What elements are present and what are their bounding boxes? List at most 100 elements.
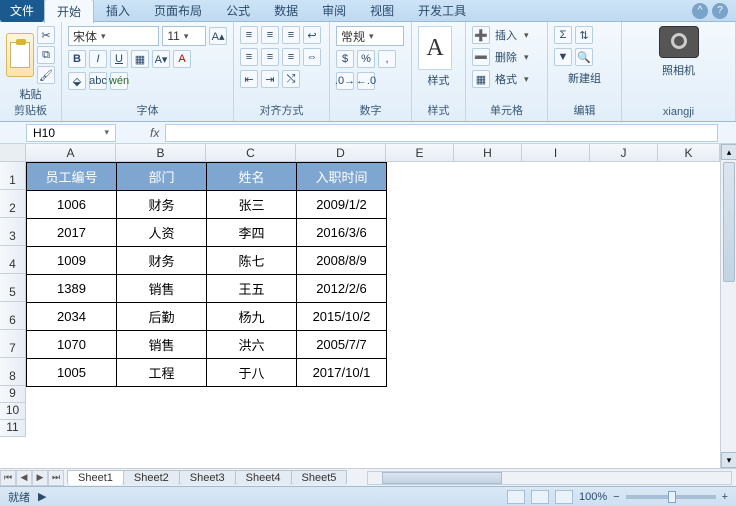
table-cell[interactable]: 2017 xyxy=(27,219,117,247)
align-center-icon[interactable]: ≡ xyxy=(261,48,279,66)
table-cell[interactable]: 销售 xyxy=(117,331,207,359)
table-row[interactable]: 1389销售王五2012/2/6 xyxy=(27,275,387,303)
table-cell[interactable]: 2015/10/2 xyxy=(297,303,387,331)
table-cell[interactable]: 杨九 xyxy=(207,303,297,331)
row-header-1[interactable]: 1 xyxy=(0,162,26,190)
comma-icon[interactable]: , xyxy=(378,50,396,68)
decrease-font-icon[interactable]: A▾ xyxy=(152,50,170,68)
row-header-6[interactable]: 6 xyxy=(0,302,26,330)
tab-home[interactable]: 开始 xyxy=(44,0,94,23)
format-painter-icon[interactable]: 🖌 xyxy=(37,66,55,84)
table-cell[interactable]: 销售 xyxy=(117,275,207,303)
table-cell[interactable]: 1006 xyxy=(27,191,117,219)
table-cell[interactable]: 2012/2/6 xyxy=(297,275,387,303)
scroll-thumb[interactable] xyxy=(723,162,735,282)
autosum-icon[interactable]: Σ xyxy=(554,26,572,44)
tab-review[interactable]: 审阅 xyxy=(310,0,358,22)
border-button[interactable]: ▦ xyxy=(131,50,149,68)
scroll-down-icon[interactable]: ▾ xyxy=(721,452,736,468)
number-format-combo[interactable]: 常规▾ xyxy=(336,26,404,46)
align-right-icon[interactable]: ≡ xyxy=(282,48,300,66)
sheet-tab-Sheet1[interactable]: Sheet1 xyxy=(67,470,124,485)
table-cell[interactable]: 2017/10/1 xyxy=(297,359,387,387)
col-header-J[interactable]: J xyxy=(590,144,658,162)
view-layout-icon[interactable] xyxy=(531,490,549,504)
table-cell[interactable]: 1005 xyxy=(27,359,117,387)
insert-cells-button[interactable]: ➕插入▾ xyxy=(472,26,541,44)
table-header[interactable]: 员工编号 xyxy=(27,163,117,191)
row-header-5[interactable]: 5 xyxy=(0,274,26,302)
table-cell[interactable]: 后勤 xyxy=(117,303,207,331)
col-header-E[interactable]: E xyxy=(386,144,454,162)
sheet-last-icon[interactable]: ⏭ xyxy=(48,470,64,486)
col-header-D[interactable]: D xyxy=(296,144,386,162)
tab-insert[interactable]: 插入 xyxy=(94,0,142,22)
delete-cells-button[interactable]: ➖删除▾ xyxy=(472,48,541,66)
table-cell[interactable]: 李四 xyxy=(207,219,297,247)
row-header-4[interactable]: 4 xyxy=(0,246,26,274)
table-cell[interactable]: 2008/8/9 xyxy=(297,247,387,275)
table-cell[interactable]: 陈七 xyxy=(207,247,297,275)
fill-icon[interactable]: ▼ xyxy=(554,48,572,66)
table-cell[interactable]: 洪六 xyxy=(207,331,297,359)
table-cell[interactable]: 1389 xyxy=(27,275,117,303)
format-cells-button[interactable]: ▦格式▾ xyxy=(472,70,541,88)
spreadsheet-grid[interactable]: ABCDEHIJK 1234567891011 员工编号部门姓名入职时间1006… xyxy=(0,144,736,468)
table-cell[interactable]: 财务 xyxy=(117,191,207,219)
col-header-C[interactable]: C xyxy=(206,144,296,162)
sheet-tab-Sheet3[interactable]: Sheet3 xyxy=(179,470,236,485)
table-cell[interactable]: 王五 xyxy=(207,275,297,303)
decrease-decimal-icon[interactable]: ←.0 xyxy=(357,72,375,90)
table-row[interactable]: 1006财务张三2009/1/2 xyxy=(27,191,387,219)
view-pagebreak-icon[interactable] xyxy=(555,490,573,504)
col-header-K[interactable]: K xyxy=(658,144,720,162)
tab-data[interactable]: 数据 xyxy=(262,0,310,22)
row-header-7[interactable]: 7 xyxy=(0,330,26,358)
copy-icon[interactable]: ⧉ xyxy=(37,46,55,64)
table-cell[interactable]: 2016/3/6 xyxy=(297,219,387,247)
table-row[interactable]: 2017人资李四2016/3/6 xyxy=(27,219,387,247)
currency-icon[interactable]: $ xyxy=(336,50,354,68)
table-cell[interactable]: 工程 xyxy=(117,359,207,387)
font-color-button[interactable]: A xyxy=(173,50,191,68)
phonetic-button[interactable]: wén xyxy=(110,72,128,90)
sheet-prev-icon[interactable]: ◀ xyxy=(16,470,32,486)
cell-styles-button[interactable]: A xyxy=(418,26,452,70)
increase-font-icon[interactable]: A▴ xyxy=(209,27,227,45)
table-header[interactable]: 入职时间 xyxy=(297,163,387,191)
table-cell[interactable]: 财务 xyxy=(117,247,207,275)
table-row[interactable]: 1009财务陈七2008/8/9 xyxy=(27,247,387,275)
orientation-icon[interactable]: ⤭ xyxy=(282,70,300,88)
table-cell[interactable]: 2034 xyxy=(27,303,117,331)
tab-formula[interactable]: 公式 xyxy=(214,0,262,22)
new-group-button[interactable]: 新建组 xyxy=(554,70,615,86)
row-header-10[interactable]: 10 xyxy=(0,403,26,420)
table-cell[interactable]: 2009/1/2 xyxy=(297,191,387,219)
name-box[interactable]: H10▾ xyxy=(26,124,116,142)
strikethrough-button[interactable]: abc xyxy=(89,72,107,90)
align-bot-icon[interactable]: ≡ xyxy=(282,26,300,44)
row-header-9[interactable]: 9 xyxy=(0,386,26,403)
percent-icon[interactable]: % xyxy=(357,50,375,68)
font-name-combo[interactable]: 宋体▾ xyxy=(68,26,159,46)
sheet-tab-Sheet2[interactable]: Sheet2 xyxy=(123,470,180,485)
wrap-text-icon[interactable]: ↩ xyxy=(303,26,321,44)
tab-layout[interactable]: 页面布局 xyxy=(142,0,214,22)
tab-view[interactable]: 视图 xyxy=(358,0,406,22)
horizontal-scrollbar[interactable] xyxy=(367,471,732,485)
table-header[interactable]: 姓名 xyxy=(207,163,297,191)
col-header-A[interactable]: A xyxy=(26,144,116,162)
increase-decimal-icon[interactable]: .0→ xyxy=(336,72,354,90)
align-mid-icon[interactable]: ≡ xyxy=(261,26,279,44)
select-all-corner[interactable] xyxy=(0,144,26,162)
font-size-combo[interactable]: 11▾ xyxy=(162,26,206,46)
italic-button[interactable]: I xyxy=(89,50,107,68)
table-cell[interactable]: 于八 xyxy=(207,359,297,387)
table-row[interactable]: 1005工程于八2017/10/1 xyxy=(27,359,387,387)
indent-inc-icon[interactable]: ⇥ xyxy=(261,70,279,88)
merge-icon[interactable]: ⇔ xyxy=(303,48,321,66)
sheet-next-icon[interactable]: ▶ xyxy=(32,470,48,486)
row-header-11[interactable]: 11 xyxy=(0,420,26,437)
col-header-H[interactable]: H xyxy=(454,144,522,162)
table-cell[interactable]: 1009 xyxy=(27,247,117,275)
